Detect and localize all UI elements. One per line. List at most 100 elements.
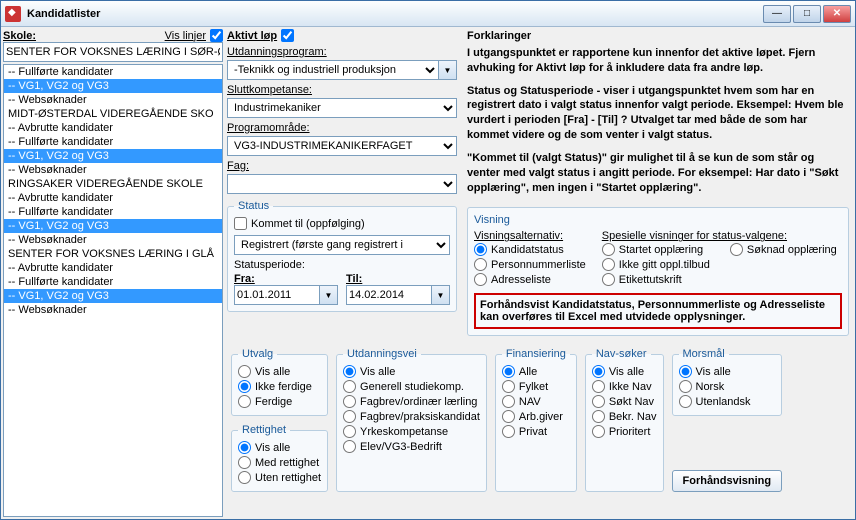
visningsalt-radio[interactable]: Personnummerliste — [474, 257, 586, 272]
programomrade-select[interactable]: VG3-INDUSTRIMEKANIKERFAGET — [227, 136, 457, 156]
close-button[interactable]: ✕ — [823, 5, 851, 23]
spesielle-radio[interactable]: Etikettutskrift — [602, 272, 710, 287]
list-item[interactable]: -- Websøknader — [4, 163, 222, 177]
chevron-down-icon[interactable]: ▼ — [320, 285, 338, 305]
chevron-down-icon[interactable]: ▼ — [439, 60, 457, 80]
til-input[interactable] — [346, 285, 432, 305]
list-item[interactable]: -- Avbrutte kandidater — [4, 191, 222, 205]
maximize-button[interactable]: □ — [793, 5, 821, 23]
list-item[interactable]: MIDT-ØSTERDAL VIDEREGÅENDE SKO — [4, 107, 222, 121]
vis-linjer-label: Vis linjer — [165, 30, 206, 42]
list-item[interactable]: -- Fullførte kandidater — [4, 205, 222, 219]
spesielle-radio[interactable]: Startet opplæring — [602, 242, 710, 257]
utdvei-radio[interactable]: Elev/VG3-Bedrift — [343, 439, 480, 454]
visningsalternativ-col: Visningsalternativ: Kandidatstatus Perso… — [474, 230, 586, 287]
list-item[interactable]: -- VG1, VG2 og VG3 — [4, 289, 222, 303]
finans-radio[interactable]: NAV — [502, 394, 570, 409]
finans-radio[interactable]: Fylket — [502, 379, 570, 394]
vis-linjer-checkbox[interactable] — [210, 29, 223, 42]
list-item[interactable]: -- Avbrutte kandidater — [4, 261, 222, 275]
utvalg-radio[interactable]: Vis alle — [238, 364, 321, 379]
finans-radio[interactable]: Alle — [502, 364, 570, 379]
vis-linjer-check[interactable]: Vis linjer — [165, 29, 223, 42]
visningsalt-radio[interactable]: Kandidatstatus — [474, 242, 586, 257]
utdvei-radio[interactable]: Vis alle — [343, 364, 480, 379]
status-group: Status Kommet til (oppfølging) Registrer… — [227, 200, 457, 312]
excel-note: Forhåndsvist Kandidatstatus, Personnumme… — [474, 293, 842, 329]
kommet-til-checkbox[interactable] — [234, 217, 247, 230]
utdvei-radio[interactable]: Fagbrev/praksiskandidat — [343, 409, 480, 424]
forklaring-header: Forklaringer — [467, 29, 849, 44]
visningsalt-radio[interactable]: Adresseliste — [474, 272, 586, 287]
titlebar: Kandidatlister ― □ ✕ — [1, 1, 855, 27]
finans-radio[interactable]: Arb.giver — [502, 409, 570, 424]
spesielle-radio[interactable]: Søknad opplæring — [730, 242, 837, 257]
utdprog-select[interactable]: -Teknikk og industriell produksjon — [227, 60, 439, 80]
minimize-button[interactable]: ― — [763, 5, 791, 23]
status-select[interactable]: Registrert (første gang registrert i — [234, 235, 450, 255]
finans-radio[interactable]: Privat — [502, 424, 570, 439]
skole-list[interactable]: -- Fullførte kandidater-- VG1, VG2 og VG… — [3, 64, 223, 517]
left-panel: Skole: Vis linjer -- Fullførte kandidate… — [3, 29, 223, 517]
navsoker-radio[interactable]: Ikke Nav — [592, 379, 657, 394]
list-item[interactable]: -- Websøknader — [4, 233, 222, 247]
utdvei-radio[interactable]: Yrkeskompetanse — [343, 424, 480, 439]
aktivt-lop-check[interactable]: Aktivt løp — [227, 29, 457, 42]
fag-label: Fag: — [227, 160, 457, 172]
right-panel: Forklaringer I utgangspunktet er rapport… — [463, 29, 853, 340]
list-item[interactable]: -- Fullførte kandidater — [4, 275, 222, 289]
window-buttons: ― □ ✕ — [763, 5, 851, 23]
utdvei-legend: Utdanningsvei — [343, 348, 421, 360]
list-item[interactable]: -- Fullførte kandidater — [4, 135, 222, 149]
list-item[interactable]: -- Websøknader — [4, 303, 222, 317]
navsoker-radio[interactable]: Vis alle — [592, 364, 657, 379]
fra-label: Fra: — [234, 273, 338, 285]
aktivt-lop-checkbox[interactable] — [281, 29, 294, 42]
aktivt-lop-label: Aktivt løp — [227, 30, 277, 42]
rettighet-radio[interactable]: Med rettighet — [238, 455, 321, 470]
utvalg-radio[interactable]: Ferdige — [238, 394, 321, 409]
morsmal-group: Morsmål Vis alle Norsk Utenlandsk — [672, 348, 783, 416]
spesielle-radio[interactable]: Ikke gitt oppl.tilbud — [602, 257, 710, 272]
skole-label: Skole: — [3, 30, 36, 42]
list-item[interactable]: -- VG1, VG2 og VG3 — [4, 79, 222, 93]
morsmal-radio[interactable]: Utenlandsk — [679, 394, 776, 409]
app-icon — [5, 6, 21, 22]
forhandsvisning-button[interactable]: Forhåndsvisning — [672, 470, 783, 492]
navsoker-radio[interactable]: Søkt Nav — [592, 394, 657, 409]
morsmal-radio[interactable]: Norsk — [679, 379, 776, 394]
window-title: Kandidatlister — [27, 8, 763, 20]
forklaringer: Forklaringer I utgangspunktet er rapport… — [463, 29, 853, 203]
list-item[interactable]: -- VG1, VG2 og VG3 — [4, 219, 222, 233]
list-item[interactable]: SENTER FOR VOKSNES LÆRING I GLÅ — [4, 247, 222, 261]
morsmal-legend: Morsmål — [679, 348, 729, 360]
visning-group: Visning Visningsalternativ: Kandidatstat… — [467, 207, 849, 336]
list-item[interactable]: -- VG1, VG2 og VG3 — [4, 149, 222, 163]
rettighet-radio[interactable]: Vis alle — [238, 440, 321, 455]
rettighet-legend: Rettighet — [238, 424, 290, 436]
bottom-groups: Utvalg Vis alle Ikke ferdige Ferdige Ret… — [227, 340, 853, 496]
list-item[interactable]: -- Fullførte kandidater — [4, 65, 222, 79]
fag-select[interactable] — [227, 174, 457, 194]
rettighet-radio[interactable]: Uten rettighet — [238, 470, 321, 485]
mid-panel: Aktivt løp Utdanningsprogram: -Teknikk o… — [227, 29, 457, 340]
navsoker-radio[interactable]: Prioritert — [592, 424, 657, 439]
navsoker-legend: Nav-søker — [592, 348, 651, 360]
utvalg-radio[interactable]: Ikke ferdige — [238, 379, 321, 394]
forklaring-p1: I utgangspunktet er rapportene kun innen… — [467, 47, 815, 74]
kommet-til-check[interactable]: Kommet til (oppfølging) — [234, 216, 450, 231]
status-legend: Status — [234, 200, 273, 212]
fra-input[interactable] — [234, 285, 320, 305]
navsoker-radio[interactable]: Bekr. Nav — [592, 409, 657, 424]
list-item[interactable]: -- Avbrutte kandidater — [4, 121, 222, 135]
chevron-down-icon[interactable]: ▼ — [432, 285, 450, 305]
list-item[interactable]: -- Websøknader — [4, 93, 222, 107]
sluttkomp-select[interactable]: Industrimekaniker — [227, 98, 457, 118]
utdvei-radio[interactable]: Fagbrev/ordinær lærling — [343, 394, 480, 409]
content: Skole: Vis linjer -- Fullførte kandidate… — [1, 27, 855, 519]
skole-input[interactable] — [3, 42, 223, 62]
morsmal-radio[interactable]: Vis alle — [679, 364, 776, 379]
utvalg-group: Utvalg Vis alle Ikke ferdige Ferdige — [231, 348, 328, 416]
utdvei-radio[interactable]: Generell studiekomp. — [343, 379, 480, 394]
list-item[interactable]: RINGSAKER VIDEREGÅENDE SKOLE — [4, 177, 222, 191]
